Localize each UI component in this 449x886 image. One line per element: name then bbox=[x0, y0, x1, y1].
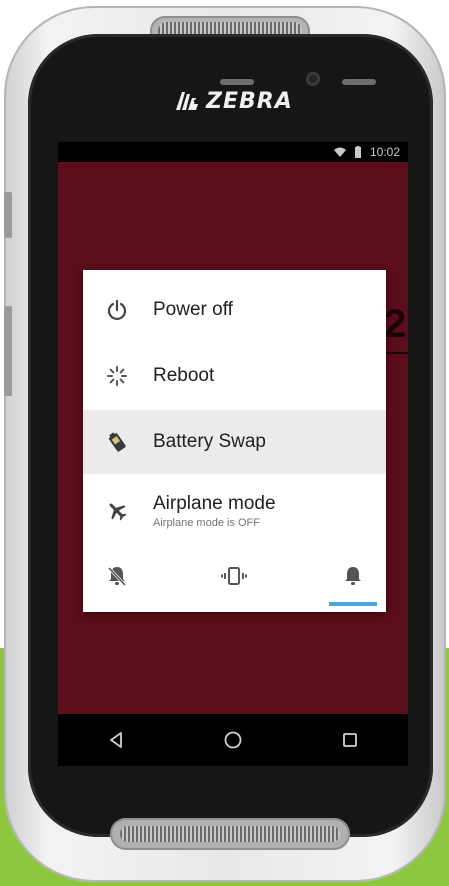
stage: ZEBRA 10:02 2 Power off Reboot Battery S… bbox=[0, 0, 449, 886]
power-menu-dialog: Power off Reboot Battery Swap Airplane m… bbox=[83, 270, 386, 612]
background-content-peek: 2 bbox=[384, 302, 407, 346]
brand-logo: ZEBRA bbox=[172, 88, 293, 114]
reboot-icon bbox=[105, 364, 129, 388]
selected-ringer-indicator bbox=[329, 602, 377, 606]
menu-item-text: Power off bbox=[153, 299, 233, 321]
home-button[interactable] bbox=[218, 725, 248, 755]
power-icon bbox=[105, 298, 129, 322]
ringer-vibrate-button[interactable] bbox=[214, 560, 254, 592]
battery-icon bbox=[354, 146, 361, 158]
side-button-lower[interactable] bbox=[4, 306, 12, 396]
bottom-speaker-grille bbox=[110, 818, 350, 850]
menu-item-text: Reboot bbox=[153, 365, 214, 387]
ringer-mode-row bbox=[83, 552, 386, 608]
status-time: 10:02 bbox=[369, 145, 400, 159]
recents-button[interactable] bbox=[335, 725, 365, 755]
zebra-head-icon bbox=[176, 92, 198, 110]
recents-icon bbox=[342, 733, 357, 747]
menu-item-text: Battery Swap bbox=[153, 431, 266, 453]
menu-item-label: Airplane mode bbox=[153, 493, 276, 514]
status-bar: 10:02 bbox=[58, 142, 408, 162]
menu-item-power-off[interactable]: Power off bbox=[83, 278, 386, 342]
menu-item-label: Power off bbox=[153, 299, 233, 320]
vibrate-icon bbox=[221, 567, 247, 585]
menu-item-airplane-mode[interactable]: Airplane mode Airplane mode is OFF bbox=[83, 476, 386, 546]
battery-swap-icon bbox=[105, 430, 129, 454]
sensor-left bbox=[220, 79, 254, 85]
menu-item-label: Reboot bbox=[153, 365, 215, 386]
sensor-right bbox=[342, 79, 376, 85]
back-icon bbox=[110, 732, 123, 748]
airplane-icon bbox=[105, 499, 129, 523]
ringer-silent-button[interactable] bbox=[97, 560, 137, 592]
wifi-icon bbox=[333, 147, 346, 157]
sound-icon bbox=[345, 567, 361, 585]
ringer-sound-button[interactable] bbox=[333, 560, 373, 592]
menu-item-text: Airplane mode Airplane mode is OFF bbox=[153, 493, 276, 529]
brand-name: ZEBRA bbox=[206, 88, 293, 114]
side-button-upper[interactable] bbox=[4, 192, 12, 238]
menu-item-sublabel: Airplane mode is OFF bbox=[153, 517, 260, 529]
nav-bar bbox=[58, 714, 408, 766]
menu-item-reboot[interactable]: Reboot bbox=[83, 344, 386, 408]
menu-item-label: Battery Swap bbox=[153, 431, 266, 452]
front-camera-icon bbox=[306, 72, 320, 86]
zebra-device: ZEBRA 10:02 2 Power off Reboot Battery S… bbox=[4, 6, 446, 882]
menu-item-battery-swap[interactable]: Battery Swap bbox=[83, 410, 386, 474]
device-screen: 10:02 2 Power off Reboot Battery Swap Ai… bbox=[58, 142, 408, 766]
silent-icon bbox=[107, 566, 127, 587]
back-button[interactable] bbox=[101, 725, 131, 755]
home-icon bbox=[224, 731, 242, 749]
